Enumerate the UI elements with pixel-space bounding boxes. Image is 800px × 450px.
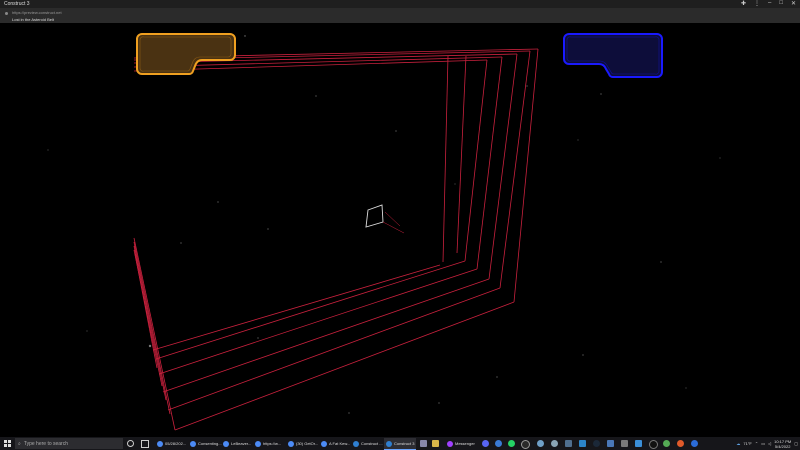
task-view-icon[interactable] bbox=[141, 440, 149, 448]
url-text[interactable]: https://preview.construct.net bbox=[12, 10, 62, 15]
app-icon[interactable] bbox=[607, 440, 614, 447]
window-title-bar: Construct 3 ✚ ⋮ – □ ✕ bbox=[0, 0, 800, 8]
windows-start-icon[interactable] bbox=[4, 440, 11, 447]
construct-icon bbox=[353, 440, 359, 447]
app-icon[interactable] bbox=[537, 440, 544, 447]
cortana-icon[interactable] bbox=[127, 440, 134, 447]
weather-temp[interactable]: 71°F bbox=[743, 441, 752, 446]
minimize-icon[interactable]: – bbox=[768, 0, 771, 7]
whatsapp-icon[interactable] bbox=[508, 440, 515, 447]
steam-icon[interactable] bbox=[593, 440, 600, 447]
task-label: Messenger bbox=[455, 441, 475, 446]
app-icon[interactable] bbox=[635, 440, 642, 447]
volume-icon[interactable]: ◁ bbox=[768, 441, 771, 446]
chrome-icon bbox=[190, 440, 196, 447]
taskbar-app-construct-1[interactable]: Construct ... bbox=[351, 438, 385, 449]
chevron-up-icon[interactable]: ⌃ bbox=[755, 441, 758, 446]
store-icon[interactable] bbox=[420, 440, 427, 447]
clock[interactable]: 10:17 PM 5/4/2022 bbox=[774, 439, 791, 449]
taskbar-app-chrome-4[interactable]: https://w... bbox=[253, 438, 283, 449]
player-two-hud-panel bbox=[563, 33, 663, 78]
notification-icon[interactable]: ▢ bbox=[794, 441, 798, 446]
window-title: Construct 3 bbox=[4, 1, 30, 7]
menu-icon[interactable]: ⋮ bbox=[754, 0, 760, 7]
task-label: 05/28/202... bbox=[165, 441, 187, 446]
taskbar-app-chrome-2[interactable]: Consenting... bbox=[188, 438, 224, 449]
app-icon[interactable] bbox=[495, 440, 502, 447]
weather-icon[interactable]: ☁ bbox=[736, 441, 740, 446]
task-label: Construct 3 bbox=[394, 441, 415, 446]
task-label: A Fat Kew... bbox=[329, 441, 351, 446]
player-one-hud-panel bbox=[136, 33, 236, 75]
taskbar-app-chrome-3[interactable]: LeBeaver... bbox=[221, 438, 253, 449]
game-canvas[interactable] bbox=[0, 23, 800, 437]
address-bar: https://preview.construct.net Lost in th… bbox=[0, 8, 800, 23]
chrome-icon bbox=[223, 440, 229, 447]
chrome-icon bbox=[288, 440, 294, 447]
messenger-icon bbox=[447, 440, 453, 447]
clock-date: 5/4/2022 bbox=[774, 443, 791, 449]
discord-icon[interactable] bbox=[482, 440, 489, 447]
task-label: Consenting... bbox=[198, 441, 222, 446]
app-icon[interactable] bbox=[579, 440, 586, 447]
maximize-icon[interactable]: □ bbox=[779, 0, 783, 7]
task-label: (30) GetOr... bbox=[296, 441, 319, 446]
file-explorer-icon[interactable] bbox=[432, 440, 439, 447]
windows-taskbar: ⌕ Type here to search 05/28/202... Conse… bbox=[0, 437, 800, 450]
app-icon[interactable] bbox=[663, 440, 670, 447]
network-icon[interactable]: ▭ bbox=[761, 441, 765, 446]
taskbar-app-construct-2[interactable]: Construct 3 bbox=[384, 438, 417, 450]
task-label: LeBeaver... bbox=[231, 441, 252, 446]
taskbar-app-chrome-5[interactable]: (30) GetOr... bbox=[286, 438, 320, 449]
search-icon: ⌕ bbox=[18, 440, 21, 447]
app-icon[interactable] bbox=[551, 440, 558, 447]
app-icon[interactable] bbox=[691, 440, 698, 447]
chrome-icon bbox=[157, 440, 163, 447]
task-label: https://w... bbox=[263, 441, 282, 446]
chrome-icon bbox=[255, 440, 261, 447]
close-icon[interactable]: ✕ bbox=[791, 0, 796, 7]
construct-icon bbox=[386, 440, 392, 447]
task-label: Construct ... bbox=[361, 441, 383, 446]
app-icon[interactable] bbox=[521, 440, 530, 449]
lock-icon bbox=[5, 12, 8, 15]
extensions-icon[interactable]: ✚ bbox=[741, 0, 746, 7]
app-icon[interactable] bbox=[677, 440, 684, 447]
taskbar-app-messenger[interactable]: Messenger bbox=[445, 438, 477, 449]
taskbar-app-chrome-1[interactable]: 05/28/202... bbox=[155, 438, 188, 449]
page-title: Lost in the Asteroid Belt bbox=[12, 17, 55, 22]
taskbar-app-chrome-6[interactable]: A Fat Kew... bbox=[319, 438, 352, 449]
taskbar-search-box[interactable]: ⌕ Type here to search bbox=[15, 438, 123, 449]
app-icon[interactable] bbox=[621, 440, 628, 447]
system-tray: ☁ 71°F ⌃ ▭ ◁ 10:17 PM 5/4/2022 ▢ bbox=[736, 438, 798, 449]
app-icon[interactable] bbox=[565, 440, 572, 447]
chrome-icon bbox=[321, 440, 327, 447]
search-placeholder: Type here to search bbox=[23, 440, 69, 447]
app-icon[interactable] bbox=[649, 440, 658, 449]
